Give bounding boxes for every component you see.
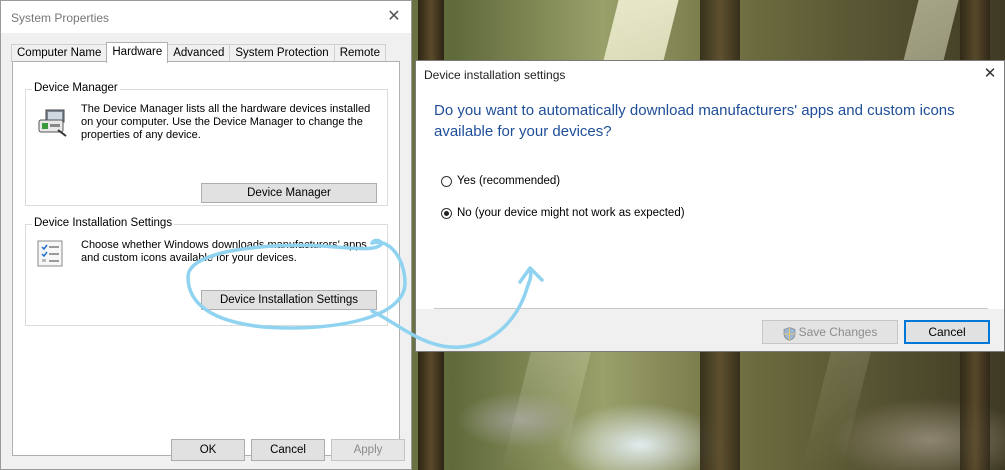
hardware-tab-panel: Device Manager The Device Manager lists …: [12, 61, 400, 456]
cancel-button[interactable]: Cancel: [251, 439, 325, 461]
device-installation-group-label: Device Installation Settings: [32, 217, 175, 229]
radio-button-checked-icon[interactable]: [441, 207, 452, 219]
device-manager-button[interactable]: Device Manager: [201, 183, 377, 203]
device-installation-description: Choose whether Windows downloads manufac…: [81, 239, 367, 264]
device-manager-group-label: Device Manager: [32, 82, 120, 94]
window-body: Computer Name Hardware Advanced System P…: [1, 33, 411, 469]
dialog-cancel-button[interactable]: Cancel: [904, 320, 990, 344]
tab-remote[interactable]: Remote: [333, 44, 386, 62]
ok-button[interactable]: OK: [171, 439, 245, 461]
dialog-footer: Save Changes Cancel: [416, 309, 1004, 351]
close-icon[interactable]: ✕: [383, 6, 405, 28]
window-title: System Properties: [11, 11, 110, 25]
apply-button: Apply: [331, 439, 405, 461]
tab-advanced[interactable]: Advanced: [167, 44, 231, 62]
tab-strip: Computer Name Hardware Advanced System P…: [11, 42, 386, 63]
radio-no-label[interactable]: No (your device might not work as expect…: [457, 207, 685, 219]
checklist-icon: [36, 240, 66, 268]
dialog-question: Do you want to automatically download ma…: [434, 102, 955, 140]
desktop-background: System Properties ✕ Computer Name Hardwa…: [0, 0, 1005, 470]
save-changes-button: Save Changes: [762, 320, 898, 344]
device-manager-icon: [36, 108, 70, 138]
shield-icon: [783, 326, 796, 341]
radio-yes-recommended[interactable]: Yes (recommended): [441, 175, 560, 187]
device-manager-group: Device Manager The Device Manager lists …: [25, 82, 388, 206]
dialog-title: Device installation settings: [424, 68, 566, 82]
radio-no[interactable]: No (your device might not work as expect…: [441, 207, 685, 219]
radio-yes-label[interactable]: Yes (recommended): [457, 175, 560, 187]
tab-computer-name[interactable]: Computer Name: [11, 44, 108, 62]
close-icon[interactable]: ✕: [980, 63, 1000, 85]
device-installation-dialog: Device installation settings ✕ Do you wa…: [415, 60, 1005, 352]
system-properties-window: System Properties ✕ Computer Name Hardwa…: [0, 0, 412, 470]
save-changes-label: Save Changes: [798, 325, 878, 339]
device-installation-settings-button[interactable]: Device Installation Settings: [201, 290, 377, 310]
radio-button-icon[interactable]: [441, 175, 452, 187]
device-installation-group: Device Installation Settings Choose whet…: [25, 217, 388, 326]
device-manager-description: The Device Manager lists all the hardwar…: [81, 103, 371, 141]
title-bar[interactable]: System Properties ✕: [1, 1, 411, 33]
tab-hardware[interactable]: Hardware: [106, 42, 169, 63]
tab-system-protection[interactable]: System Protection: [229, 44, 335, 62]
